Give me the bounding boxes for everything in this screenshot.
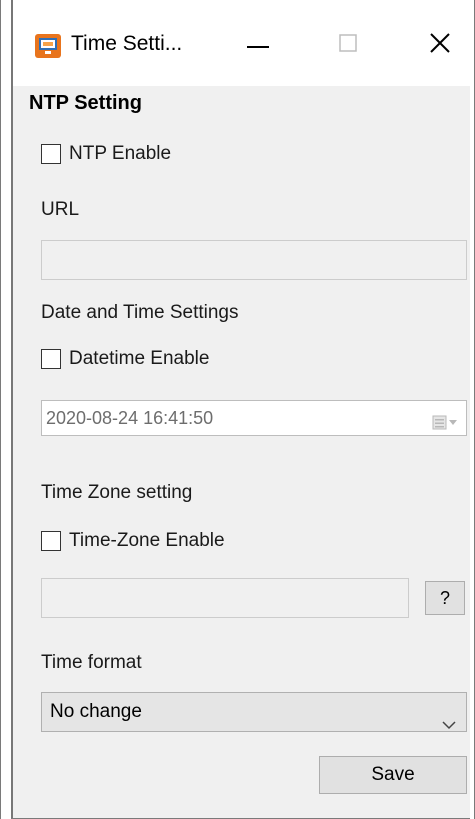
time-format-value: No change	[50, 701, 142, 722]
chevron-down-icon	[442, 706, 456, 744]
ntp-enable-box[interactable]	[41, 144, 61, 164]
time-format-label: Time format	[41, 652, 142, 673]
maximize-icon	[339, 33, 357, 57]
datetime-enable-box[interactable]	[41, 349, 61, 369]
minimize-icon	[247, 36, 269, 54]
window-title: Time Setti...	[71, 32, 183, 55]
ntp-enable-checkbox[interactable]: NTP Enable	[41, 143, 171, 165]
url-label: URL	[41, 199, 80, 220]
right-edge	[470, 0, 474, 819]
left-edge	[1, 0, 11, 819]
ntp-section-title: NTP Setting	[29, 92, 142, 114]
timezone-section-title: Time Zone setting	[41, 482, 193, 503]
timezone-enable-label: Time-Zone Enable	[69, 530, 225, 551]
app-monitor-icon	[35, 34, 61, 58]
save-button[interactable]: Save	[319, 756, 467, 794]
maximize-button[interactable]	[313, 18, 383, 72]
datetime-enable-label: Datetime Enable	[69, 348, 210, 369]
timezone-help-button[interactable]: ?	[425, 581, 465, 615]
timezone-enable-box[interactable]	[41, 531, 61, 551]
time-settings-window: Time Setti... NTP Setting NTP Enable URL…	[0, 0, 475, 819]
datetime-picker[interactable]: 2020-08-24 16:41:50	[41, 400, 467, 436]
ntp-enable-label: NTP Enable	[69, 143, 172, 164]
url-input[interactable]	[41, 240, 467, 280]
timezone-enable-checkbox[interactable]: Time-Zone Enable	[41, 530, 225, 552]
timezone-input[interactable]	[41, 578, 409, 618]
time-format-select[interactable]: No change	[41, 692, 467, 732]
calendar-dropdown-icon[interactable]	[432, 409, 458, 443]
datetime-section-title: Date and Time Settings	[41, 302, 239, 323]
minimize-button[interactable]	[223, 18, 293, 72]
title-bar[interactable]: Time Setti...	[11, 0, 470, 86]
close-icon	[429, 32, 451, 59]
datetime-enable-checkbox[interactable]: Datetime Enable	[41, 348, 209, 370]
datetime-value: 2020-08-24 16:41:50	[46, 408, 214, 428]
close-button[interactable]	[405, 18, 475, 72]
